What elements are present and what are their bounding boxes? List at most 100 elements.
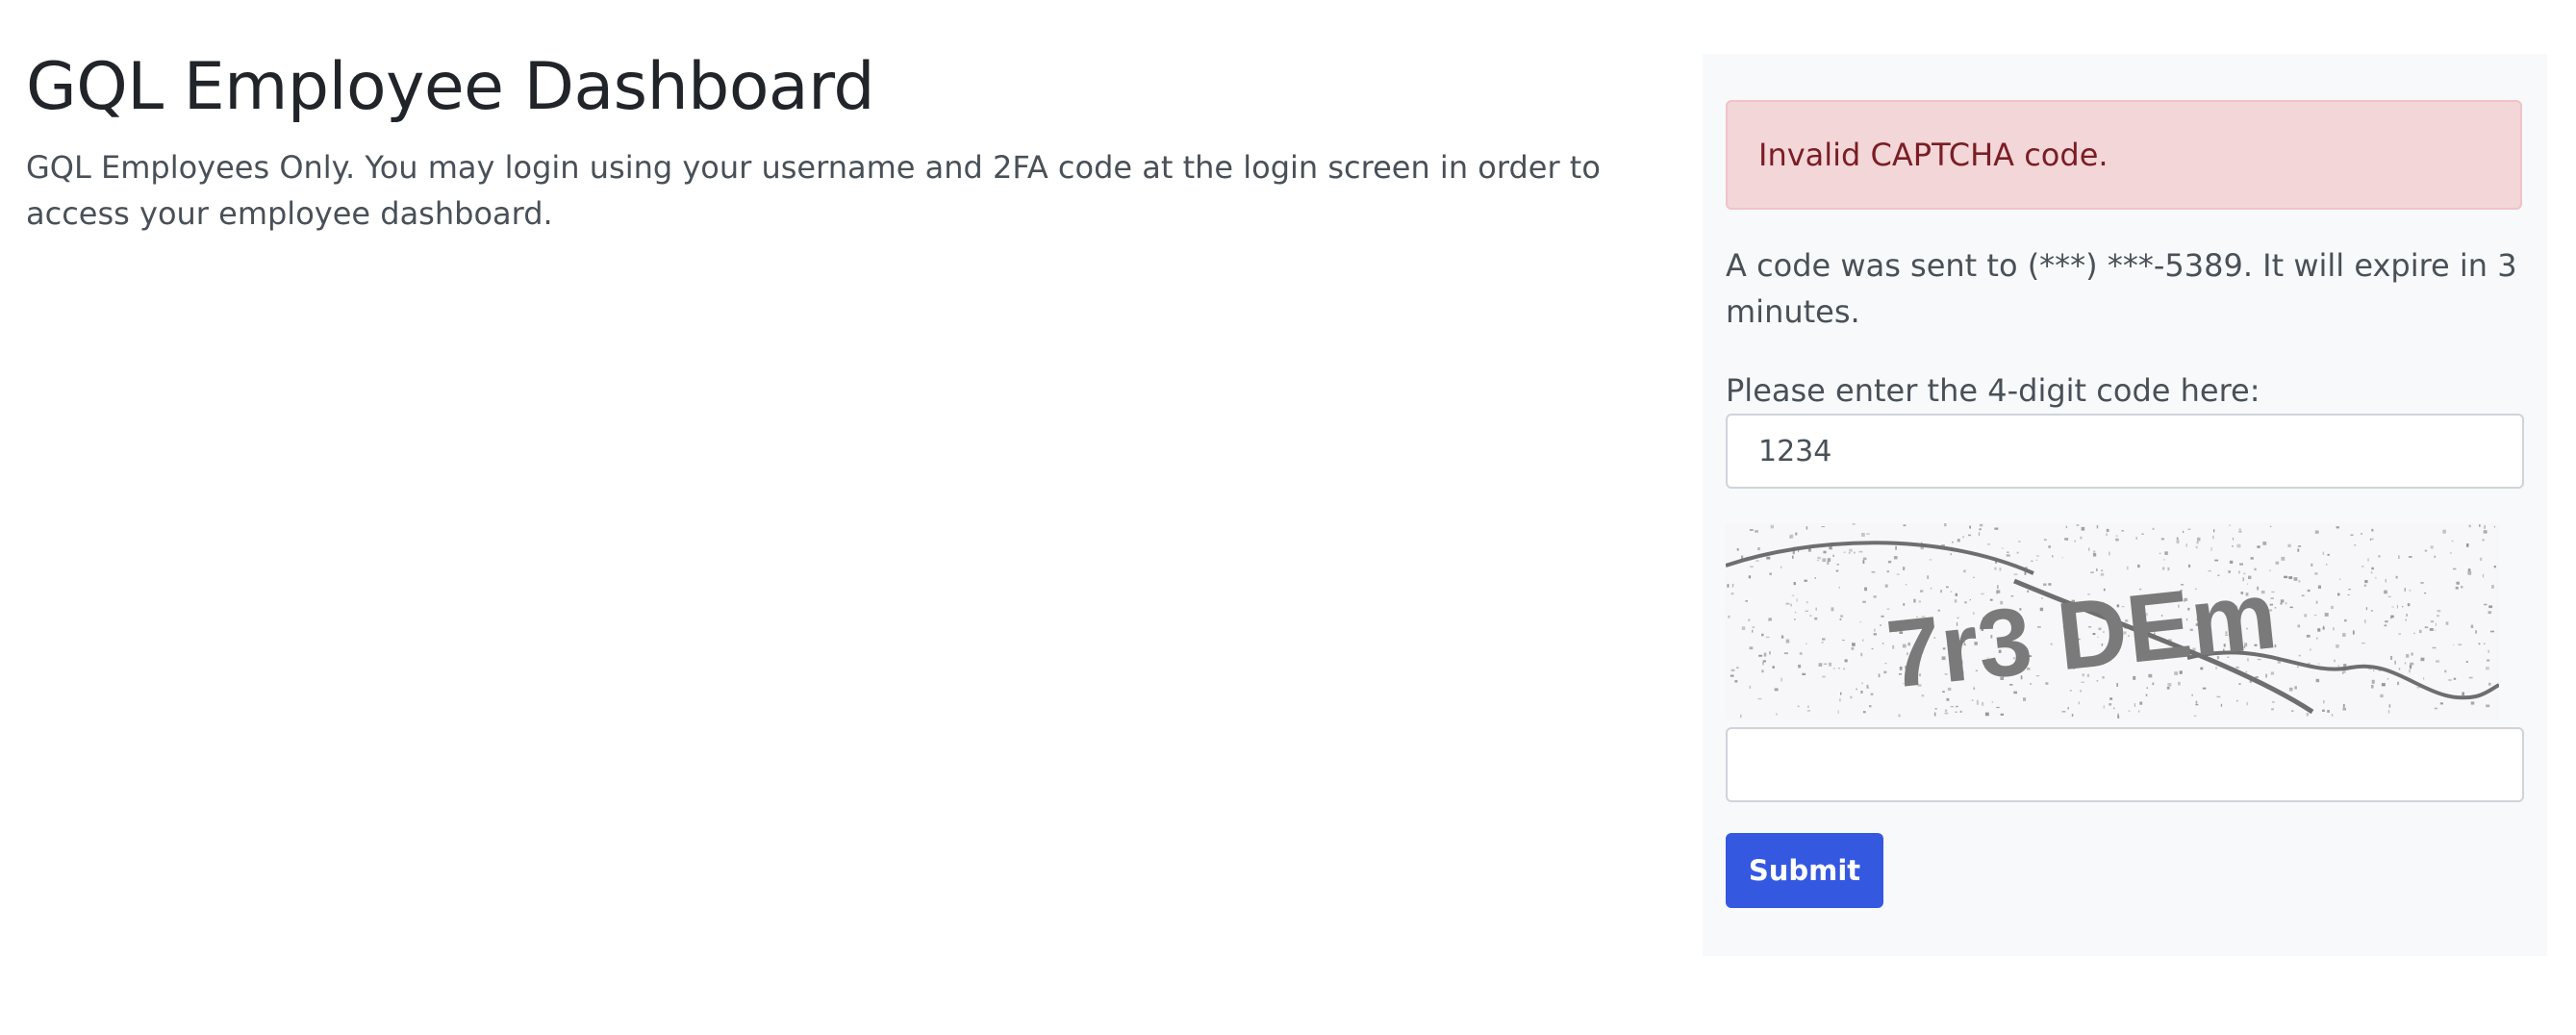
captcha-noise-dot bbox=[1866, 687, 1870, 689]
captcha-noise-dot bbox=[1792, 550, 1795, 555]
captcha-noise-dot bbox=[2071, 714, 2074, 718]
captcha-noise-dot bbox=[1798, 665, 1802, 669]
captcha-noise-dot bbox=[2337, 593, 2340, 596]
captcha-noise-dot bbox=[1950, 706, 1954, 708]
captcha-noise-dot bbox=[1836, 564, 1839, 566]
captcha-noise-dot bbox=[2238, 530, 2242, 533]
captcha-noise-dot bbox=[2294, 686, 2297, 690]
captcha-noise-dot bbox=[1870, 693, 1874, 695]
captcha-noise-dot bbox=[1814, 617, 1818, 620]
captcha-noise-dot bbox=[1839, 618, 1842, 620]
captcha-noise-dot bbox=[1978, 532, 1981, 537]
captcha-noise-dot bbox=[1852, 643, 1856, 646]
captcha-noise-dot bbox=[1765, 636, 1770, 639]
captcha-noise-dot bbox=[2238, 528, 2241, 530]
captcha-noise-dot bbox=[2269, 525, 2272, 528]
captcha-noise-dot bbox=[1866, 533, 1870, 535]
captcha-noise-dot bbox=[1831, 607, 1834, 612]
captcha-noise-dot bbox=[1736, 548, 1739, 551]
captcha-noise-dot bbox=[2406, 654, 2410, 658]
captcha-noise-dot bbox=[1776, 713, 1778, 716]
captcha-noise-dot bbox=[1844, 659, 1848, 663]
captcha-noise-dot bbox=[1814, 577, 1816, 579]
captcha-noise-dot bbox=[2078, 701, 2080, 705]
captcha-noise-dot bbox=[2408, 556, 2412, 558]
captcha-noise-dot bbox=[2364, 619, 2366, 623]
captcha-noise-dot bbox=[1791, 594, 1795, 596]
captcha-noise-dot bbox=[1770, 524, 1774, 529]
captcha-noise-dot bbox=[1838, 586, 1840, 589]
captcha-noise-dot bbox=[2178, 681, 2181, 686]
captcha-noise-dot bbox=[2270, 673, 2272, 675]
captcha-noise-dot bbox=[2387, 595, 2391, 597]
captcha-noise-dot bbox=[1933, 712, 1936, 717]
captcha-noise-dot bbox=[2413, 632, 2415, 635]
page-title: GQL Employee Dashboard bbox=[26, 49, 875, 125]
captcha-noise-dot bbox=[2467, 570, 2472, 575]
captcha-noise-dot bbox=[2100, 572, 2105, 576]
captcha-noise-dot bbox=[1728, 615, 1730, 618]
captcha-noise-dot bbox=[2453, 644, 2455, 645]
captcha-noise-dot bbox=[2146, 687, 2148, 690]
captcha-noise-dot bbox=[1795, 532, 1798, 536]
captcha-noise-dot bbox=[2310, 648, 2311, 651]
captcha-noise-dot bbox=[2484, 603, 2488, 606]
captcha-noise-dot bbox=[2284, 575, 2288, 579]
captcha-noise-dot bbox=[1862, 639, 1864, 642]
submit-button[interactable]: Submit bbox=[1726, 833, 1883, 908]
captcha-noise-dot bbox=[2115, 535, 2118, 537]
captcha-noise-dot bbox=[2307, 589, 2311, 593]
captcha-noise-dot bbox=[2167, 567, 2170, 571]
captcha-noise-dot bbox=[2468, 524, 2471, 528]
captcha-noise-dot bbox=[2327, 710, 2330, 713]
captcha-noise-dot bbox=[2453, 678, 2457, 680]
captcha-noise-dot bbox=[1934, 708, 1937, 710]
captcha-noise-dot bbox=[1871, 571, 1876, 573]
captcha-noise-dot bbox=[2348, 589, 2351, 591]
captcha-noise-dot bbox=[2398, 633, 2401, 635]
captcha-noise-dot bbox=[1979, 528, 1982, 531]
captcha-noise-dot bbox=[2411, 652, 2413, 656]
captcha-noise-dot bbox=[1757, 697, 1762, 700]
captcha-noise-dot bbox=[2238, 683, 2241, 685]
captcha-noise-dot bbox=[2035, 559, 2038, 561]
captcha-noise-dot bbox=[2487, 659, 2490, 662]
captcha-noise-dot bbox=[2461, 586, 2463, 589]
captcha-noise-dot bbox=[2291, 710, 2294, 712]
captcha-noise-dot bbox=[2402, 606, 2404, 608]
captcha-noise-dot bbox=[1972, 576, 1976, 578]
captcha-noise-dot bbox=[2113, 707, 2115, 710]
captcha-noise-dot bbox=[2435, 622, 2437, 626]
captcha-noise-dot bbox=[1749, 646, 1754, 650]
captcha-noise-dot bbox=[1869, 705, 1872, 708]
captcha-noise-dot bbox=[1952, 541, 1954, 543]
captcha-noise-dot bbox=[2370, 610, 2373, 612]
captcha-noise-dot bbox=[1957, 539, 1960, 543]
code-input[interactable] bbox=[1726, 414, 2524, 489]
captcha-noise-dot bbox=[2342, 707, 2346, 711]
captcha-noise-dot bbox=[2016, 551, 2019, 554]
captcha-noise-dot bbox=[1750, 566, 1754, 568]
captcha-noise-dot bbox=[1996, 706, 2000, 709]
captcha-noise-dot bbox=[2006, 554, 2010, 557]
captcha-noise-dot bbox=[2297, 666, 2299, 668]
captcha-noise-dot bbox=[1982, 701, 1984, 706]
captcha-noise-dot bbox=[2166, 687, 2170, 690]
captcha-noise-dot bbox=[2109, 697, 2113, 700]
captcha-noise-dot bbox=[1794, 611, 1797, 614]
captcha-noise-dot bbox=[1994, 527, 1999, 530]
captcha-noise-dot bbox=[2288, 687, 2293, 692]
captcha-input[interactable] bbox=[1726, 727, 2524, 802]
captcha-noise-dot bbox=[2246, 701, 2249, 706]
captcha-noise-dot bbox=[2183, 530, 2185, 534]
captcha-noise-dot bbox=[1772, 666, 1775, 669]
captcha-noise-dot bbox=[2371, 679, 2375, 684]
captcha-noise-dot bbox=[1823, 663, 1828, 665]
captcha-noise-dot bbox=[2367, 558, 2369, 562]
captcha-noise-dot bbox=[2202, 687, 2207, 690]
captcha-noise-dot bbox=[2350, 534, 2354, 536]
captcha-noise-dot bbox=[2387, 678, 2389, 680]
captcha-noise-dot bbox=[2484, 643, 2486, 645]
captcha-noise-dot bbox=[2331, 714, 2334, 717]
captcha-noise-dot bbox=[2378, 555, 2381, 558]
